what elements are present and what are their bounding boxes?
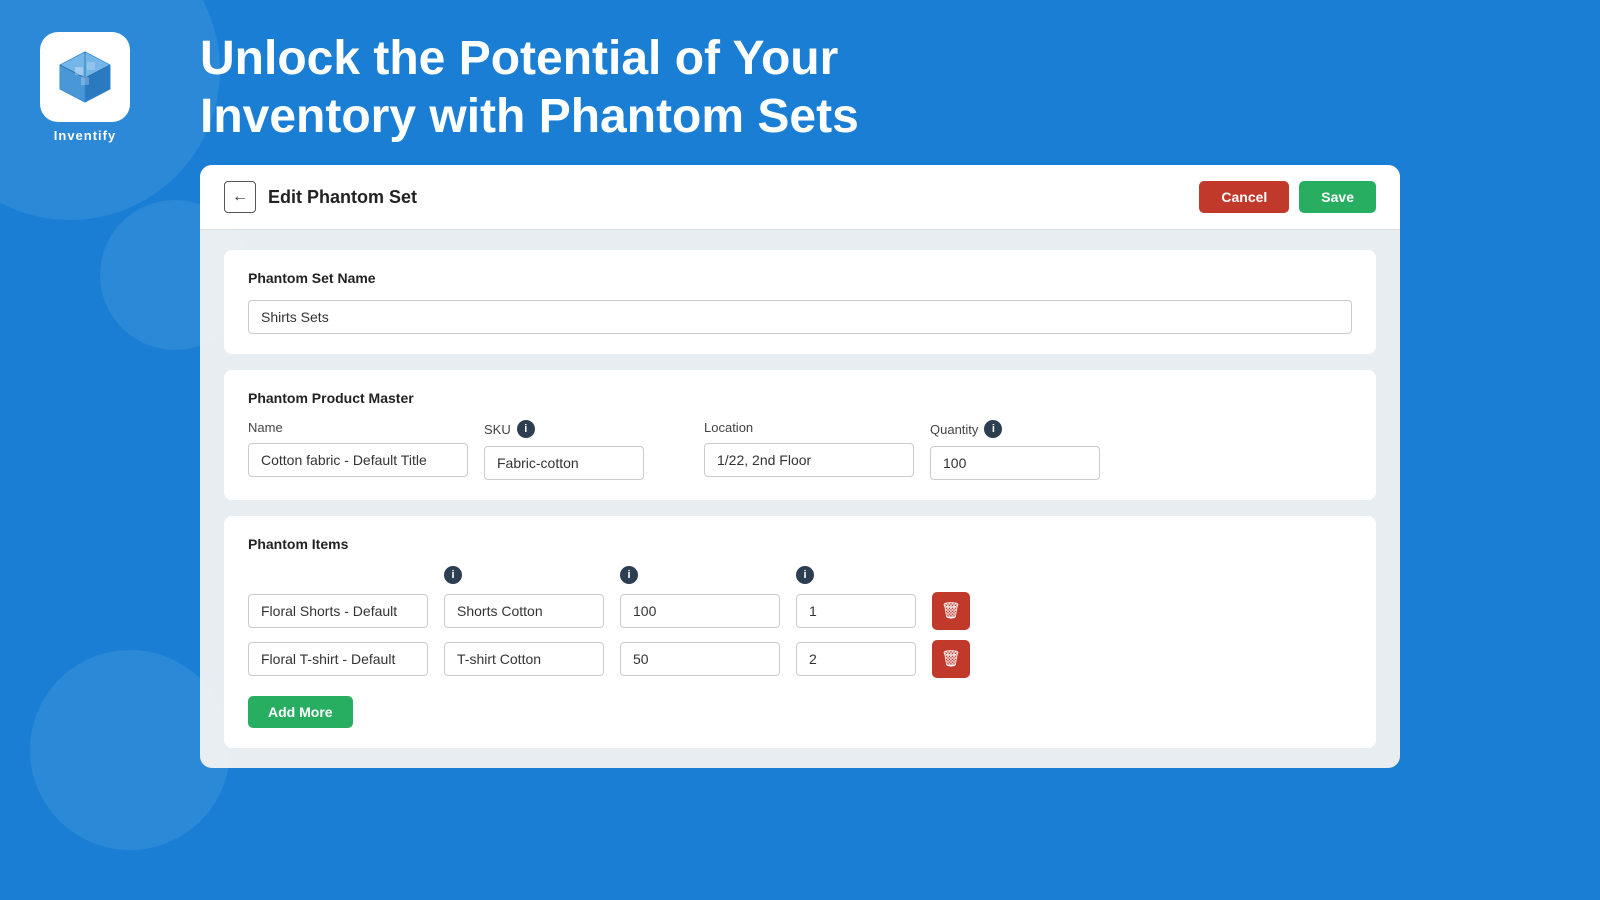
phantom-product-master-section: Phantom Product Master Name SKU i [224, 370, 1376, 500]
sku-info-icon[interactable]: i [517, 420, 535, 438]
master-name-header: Name [248, 420, 468, 435]
master-location-input[interactable] [704, 443, 914, 477]
item-2-sku-cell [444, 642, 604, 676]
item-1-sku-input[interactable] [444, 594, 604, 628]
item-2-delete-button[interactable]: 🗑 [932, 640, 970, 678]
table-row: 🗑 [248, 592, 1352, 630]
master-location-col: Location [704, 420, 914, 477]
item-1-sku-cell [444, 594, 604, 628]
item-2-sku-input[interactable] [444, 642, 604, 676]
item-2-ratio-input[interactable] [796, 642, 916, 676]
item-2-name-cell [248, 642, 428, 676]
quantity-info-icon[interactable]: i [984, 420, 1002, 438]
headline-line2: Inventory with Phantom Sets [200, 88, 859, 146]
item-1-ratio-input[interactable] [796, 594, 916, 628]
items-qty-col-header: i [620, 566, 780, 584]
phantom-items-section: Phantom Items i i i [224, 516, 1376, 748]
items-column-headers: i i i [248, 566, 1352, 584]
master-location-header: Location [704, 420, 914, 435]
master-sku-col: SKU i [484, 420, 644, 480]
card-body: Phantom Set Name Phantom Product Master … [200, 230, 1400, 768]
card-title: Edit Phantom Set [268, 187, 417, 208]
master-name-col: Name [248, 420, 468, 477]
items-ratio-info-icon[interactable]: i [796, 566, 814, 584]
items-sku-info-icon[interactable]: i [444, 566, 462, 584]
header-buttons: Cancel Save [1199, 181, 1376, 213]
phantom-set-name-input[interactable] [248, 300, 1352, 334]
delete-icon-2: 🗑 [941, 649, 961, 669]
item-2-qty-cell [620, 642, 780, 676]
phantom-product-master-title: Phantom Product Master [248, 390, 1352, 406]
bg-decoration-1 [0, 0, 220, 220]
headline: Unlock the Potential of Your Inventory w… [200, 30, 859, 145]
master-quantity-col: Quantity i [930, 420, 1100, 480]
master-quantity-header: Quantity i [930, 420, 1100, 438]
items-qty-info-icon[interactable]: i [620, 566, 638, 584]
page-header: Inventify Unlock the Potential of Your I… [0, 0, 1600, 165]
add-more-button[interactable]: Add More [248, 696, 353, 728]
item-2-name-input[interactable] [248, 642, 428, 676]
master-sku-header: SKU i [484, 420, 644, 438]
item-1-delete-button[interactable]: 🗑 [932, 592, 970, 630]
phantom-items-title: Phantom Items [248, 536, 1352, 552]
item-1-qty-cell [620, 594, 780, 628]
items-ratio-col-header: i [796, 566, 916, 584]
item-2-delete-cell: 🗑 [932, 640, 982, 678]
item-2-qty-input[interactable] [620, 642, 780, 676]
table-row: 🗑 [248, 640, 1352, 678]
phantom-set-name-title: Phantom Set Name [248, 270, 1352, 286]
master-quantity-input[interactable] [930, 446, 1100, 480]
master-name-input[interactable] [248, 443, 468, 477]
card-header-left: ← Edit Phantom Set [224, 181, 417, 213]
cancel-button[interactable]: Cancel [1199, 181, 1289, 213]
bg-decoration-2 [30, 650, 230, 850]
headline-line1: Unlock the Potential of Your [200, 30, 859, 88]
item-1-qty-input[interactable] [620, 594, 780, 628]
item-1-ratio-cell [796, 594, 916, 628]
main-card: ← Edit Phantom Set Cancel Save Phantom S… [200, 165, 1400, 768]
phantom-set-name-section: Phantom Set Name [224, 250, 1376, 354]
back-button[interactable]: ← [224, 181, 256, 213]
master-sku-input[interactable] [484, 446, 644, 480]
item-1-name-input[interactable] [248, 594, 428, 628]
items-sku-col-header: i [444, 566, 604, 584]
card-header: ← Edit Phantom Set Cancel Save [200, 165, 1400, 230]
master-columns: Name SKU i Location [248, 420, 1352, 480]
item-2-ratio-cell [796, 642, 916, 676]
delete-icon-1: 🗑 [941, 601, 961, 621]
item-1-delete-cell: 🗑 [932, 592, 982, 630]
bg-decoration-3 [100, 200, 250, 350]
save-button[interactable]: Save [1299, 181, 1376, 213]
item-1-name-cell [248, 594, 428, 628]
